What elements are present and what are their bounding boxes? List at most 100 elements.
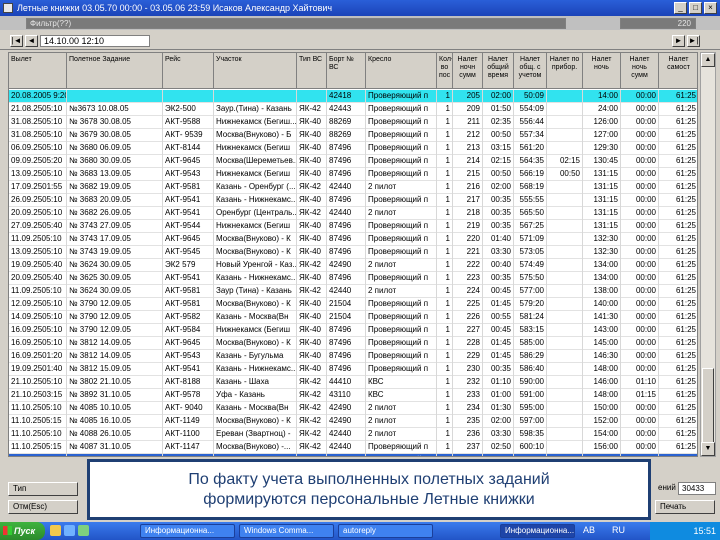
table-cell: 1 xyxy=(437,285,453,298)
table-row[interactable]: 21.08.2505:10 №3673 10.08.05 ЭК2-500 Заур.(… xyxy=(9,103,697,116)
table-cell: ЯК-42 xyxy=(297,181,327,194)
scroll-thumb[interactable] xyxy=(702,368,714,448)
table-row[interactable]: 17.09.2501:55 № 3682 19.09.05 АКТ-9581 Каза… xyxy=(9,181,697,194)
column-header[interactable]: Кол-во пос xyxy=(437,53,453,89)
table-row[interactable]: 31.08.2505:10 № 3678 30.08.05 АКТ-9588 Нижн… xyxy=(9,116,697,129)
column-header[interactable]: Налет ночь xyxy=(583,53,621,89)
maximize-button[interactable]: □ xyxy=(689,2,702,14)
table-row[interactable]: 20.08.2005 9:20 42418 Проверяющий п 1 205 02:… xyxy=(9,90,697,103)
table-cell: 00:00 xyxy=(621,90,659,103)
desktop-icon[interactable] xyxy=(78,525,89,536)
table-cell: Казань - Москва(Вн xyxy=(214,402,297,415)
table-cell: 43110 xyxy=(327,389,366,402)
table-cell: 01:10 xyxy=(483,376,514,389)
column-header[interactable]: Вылет xyxy=(9,53,67,89)
column-header[interactable]: Борт № ВС xyxy=(327,53,366,89)
table-row[interactable]: 31.08.2505:10 № 3679 30.08.05 АКТ- 9539 Мос… xyxy=(9,129,697,142)
column-header[interactable]: Налет общий время xyxy=(483,53,514,89)
table-row[interactable]: 11.10.2505:15 № 4087 31.10.05 АКТ-1147 Моск… xyxy=(9,441,697,454)
column-header[interactable]: Налет по прибор. xyxy=(547,53,583,89)
task-autoreply[interactable]: autoreply xyxy=(338,524,433,538)
next-record-button[interactable]: ► xyxy=(672,35,685,47)
start-label: Пуск xyxy=(14,526,36,536)
table-row[interactable]: 19.09.2505:40 № 3624 30.09.05 ЭК2 579 Новый… xyxy=(9,259,697,272)
language-indicator[interactable]: AB xyxy=(583,525,595,535)
table-cell: 02:35 xyxy=(483,116,514,129)
column-header[interactable]: Полетное Задание xyxy=(67,53,163,89)
table-row[interactable]: 16.09.2505:10 № 3812 14.09.05 АКТ-9645 Моск… xyxy=(9,337,697,350)
column-header[interactable]: Налет ночь сумм xyxy=(621,53,659,89)
task-windows-commander[interactable]: Windows Comma... xyxy=(239,524,334,538)
table-row[interactable]: 11.09.2505:10 № 3624 30.09.05 АКТ-9581 Заур… xyxy=(9,285,697,298)
column-header[interactable]: Кресло xyxy=(366,53,437,89)
scroll-down-icon[interactable]: ▼ xyxy=(701,442,715,456)
table-cell: 00:00 xyxy=(621,129,659,142)
table-row[interactable]: 13.09.2505:10 № 3683 13.09.05 АКТ-9543 Нижн… xyxy=(9,168,697,181)
table-row[interactable]: 12.09.2505:10 № 3790 12.09.05 АКТ-9581 Моск… xyxy=(9,298,697,311)
table-cell: Москва(Внуково) - Б xyxy=(214,129,297,142)
table-cell: Проверяющий п xyxy=(366,363,437,376)
table-row[interactable]: 16.09.2501:20 № 3812 14.09.05 АКТ-9543 Каза… xyxy=(9,350,697,363)
table-row[interactable]: 26.09.2505:10 № 3683 20.09.05 АКТ-9541 Каза… xyxy=(9,194,697,207)
table-cell: Москва(Внуково) - К xyxy=(214,337,297,350)
column-header[interactable]: Налет ночн сумм xyxy=(453,53,483,89)
table-cell: № 3678 30.08.05 xyxy=(67,116,163,129)
column-header[interactable]: Рейс xyxy=(163,53,214,89)
table-row[interactable]: 20.09.2505:10 № 3682 26.09.05 АКТ-9541 Орен… xyxy=(9,207,697,220)
prev-record-button[interactable]: ◄ xyxy=(25,35,38,47)
window-titlebar[interactable]: Летные книжки 03.05.70 00:00 - 03.05.06 … xyxy=(0,0,720,16)
column-header[interactable]: Налет самост xyxy=(659,53,697,89)
table-cell: 00:00 xyxy=(621,285,659,298)
scroll-up-icon[interactable]: ▲ xyxy=(701,53,715,67)
table-row[interactable]: 14.09.2505:10 № 3790 12.09.05 АКТ-9582 Каза… xyxy=(9,311,697,324)
locale-indicator[interactable]: RU xyxy=(612,525,625,535)
close-button[interactable]: × xyxy=(704,2,717,14)
task-info-1[interactable]: Информационна... xyxy=(140,524,235,538)
table-cell xyxy=(547,337,583,350)
record-count-field: 220 xyxy=(620,18,696,29)
type-button[interactable]: Тип xyxy=(8,482,78,496)
current-record-field[interactable]: 14.10.00 12:10 xyxy=(40,35,150,47)
task-info-2[interactable]: Информационна... xyxy=(500,524,575,538)
minimize-button[interactable]: _ xyxy=(674,2,687,14)
table-row[interactable]: 20.09.2505:40 № 3625 30.09.05 АКТ-9541 Каза… xyxy=(9,272,697,285)
first-record-button[interactable]: |◄ xyxy=(10,35,23,47)
table-cell: 1 xyxy=(437,259,453,272)
table-row[interactable]: 21.10.2505:10 № 3802 21.10.05 АКТ-8188 Каза… xyxy=(9,376,697,389)
filter-field[interactable]: Фильтр(??) xyxy=(26,18,566,29)
table-cell: 00:00 xyxy=(621,337,659,350)
column-header[interactable]: Тип ВС xyxy=(297,53,327,89)
table-row[interactable]: 11.09.2505:10 № 3743 17.09.05 АКТ-9645 Моск… xyxy=(9,233,697,246)
table-cell: ЭК2-500 xyxy=(163,103,214,116)
vertical-scrollbar[interactable]: ▲ ▼ xyxy=(700,52,716,457)
table-cell: 00:50 xyxy=(483,168,514,181)
folder-icon[interactable] xyxy=(50,525,61,536)
table-cell: 42490 xyxy=(327,402,366,415)
total-field: 30433 xyxy=(678,482,716,495)
system-tray: 15:51 xyxy=(650,522,720,540)
table-row[interactable]: 27.09.2505:40 № 3743 27.09.05 АКТ-9544 Нижн… xyxy=(9,220,697,233)
last-record-button[interactable]: ►| xyxy=(687,35,700,47)
table-cell: 00:00 xyxy=(621,428,659,441)
table-row[interactable]: 21.10.2503:15 № 3892 31.10.05 АКТ-9578 Уфа … xyxy=(9,389,697,402)
table-cell: Москва(Внуково) - К xyxy=(214,298,297,311)
table-cell: АКТ- 9539 xyxy=(163,129,214,142)
cancel-button[interactable]: Отм(Esc) xyxy=(8,500,78,514)
table-row[interactable]: 13.09.2505:10 № 3743 19.09.05 АКТ-9545 Моск… xyxy=(9,246,697,259)
column-header[interactable]: Налет общ. с учетом xyxy=(514,53,547,89)
table-row[interactable]: 14.10.2512:15№ 4087 31.10.05АКТ-1148Ерев… xyxy=(9,454,697,456)
table-cell xyxy=(547,415,583,428)
table-row[interactable]: 06.09.2505:10 № 3680 06.09.05 АКТ-8144 Нижн… xyxy=(9,142,697,155)
ie-icon[interactable] xyxy=(64,525,75,536)
table-row[interactable]: 19.09.2501:40 № 3812 15.09.05 АКТ-9541 Каза… xyxy=(9,363,697,376)
flight-log-grid[interactable]: Вылет Полетное Задание Рейс Участок Тип ВС Бо… xyxy=(8,52,698,457)
table-row[interactable]: 11.10.2505:10 № 4088 26.10.05 АКТ-1100 Ерев… xyxy=(9,428,697,441)
print-button[interactable]: Печать xyxy=(655,500,715,514)
table-row[interactable]: 11.10.2505:10 № 4085 10.10.05 АКТ- 9040 Каз… xyxy=(9,402,697,415)
table-row[interactable]: 16.09.2505:10 № 3790 12.09.05 АКТ-9584 Нижн… xyxy=(9,324,697,337)
table-row[interactable]: 09.09.2505:20 № 3680 30.09.05 АКТ-9645 Моск… xyxy=(9,155,697,168)
column-header[interactable]: Участок xyxy=(214,53,297,89)
start-button[interactable]: Пуск xyxy=(0,522,45,540)
table-cell: АКТ-9581 xyxy=(163,285,214,298)
table-row[interactable]: 11.10.2505:15 № 4085 16.10.05 АКТ-1149 Моск… xyxy=(9,415,697,428)
